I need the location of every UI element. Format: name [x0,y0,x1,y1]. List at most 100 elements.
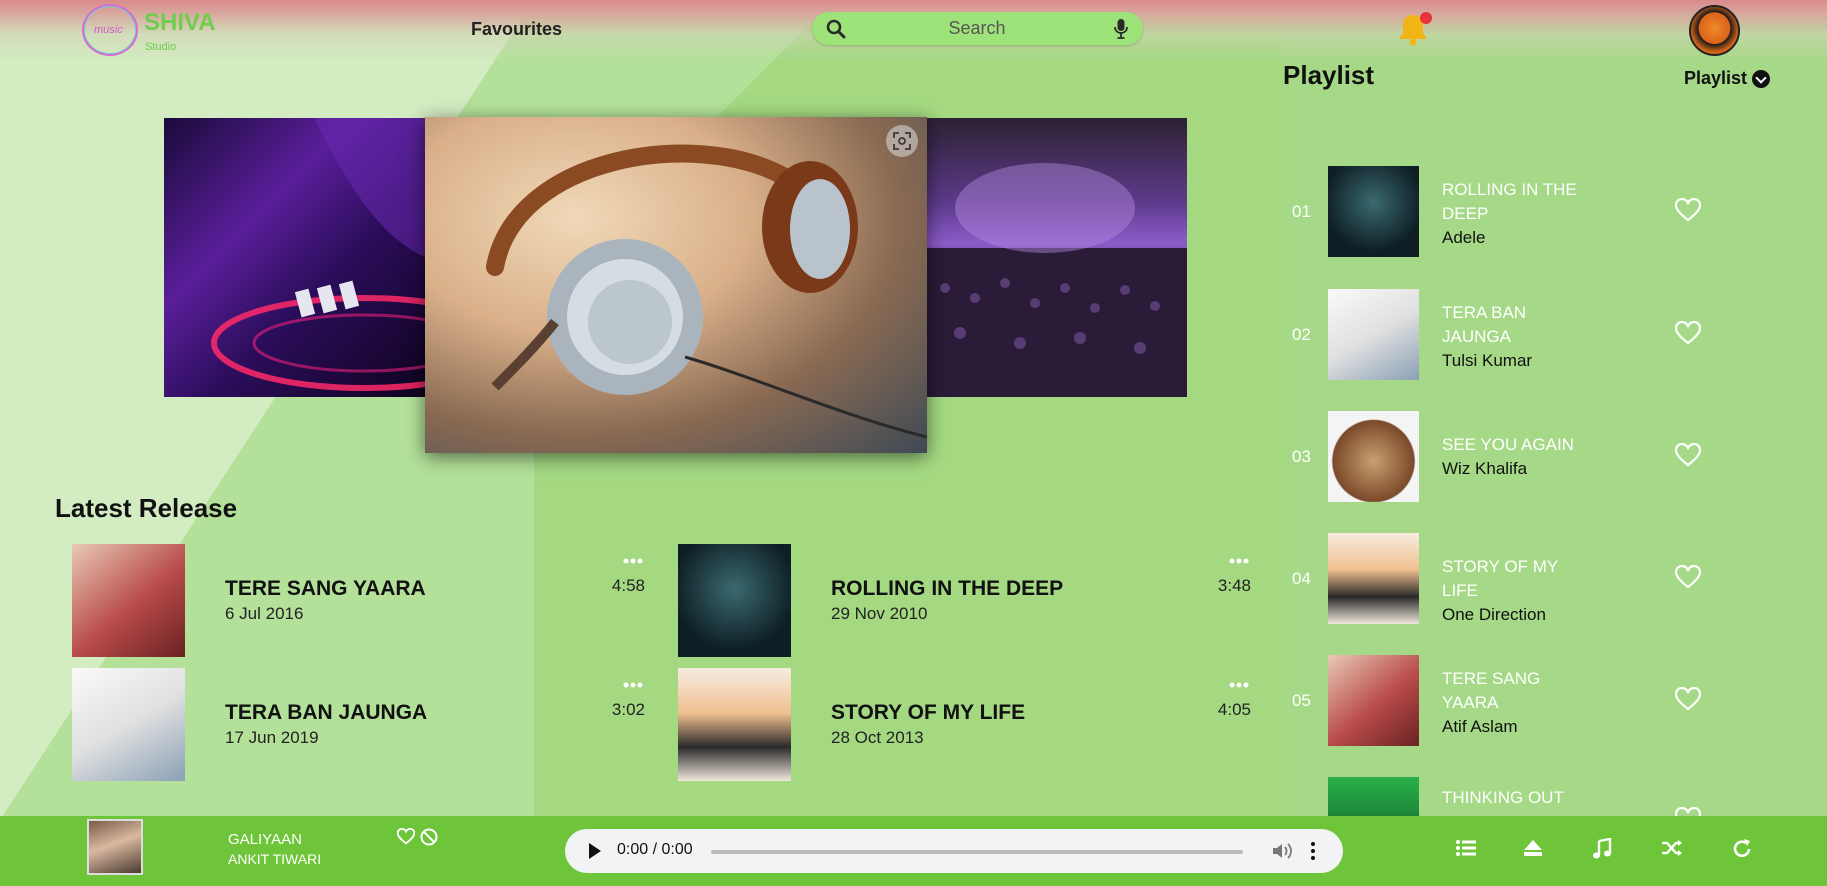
release-card[interactable]: ROLLING IN THE DEEP 29 Nov 2010 3:48 [661,544,1251,660]
track-art [1328,289,1419,380]
release-duration: 3:48 [1217,576,1251,595]
playlist-item[interactable]: 01 ROLLING IN THE DEEP Adele [1283,166,1743,258]
track-artist: Adele [1442,228,1486,247]
track-art [1328,777,1419,816]
release-title: STORY OF MY LIFE [831,701,1026,724]
seek-bar[interactable] [711,850,1243,854]
carousel-slide-left[interactable] [164,118,426,397]
carousel-slide-active[interactable] [425,117,927,453]
release-duration: 4:58 [611,576,645,595]
release-card[interactable]: TERA BAN JAUNGA 17 Jun 2019 3:02 [55,668,645,784]
concert-crowd-image [925,163,1187,397]
more-options-icon[interactable] [1229,682,1249,688]
notification-badge [1420,12,1432,24]
now-playing-artist: ANKIT TIWARI [228,851,322,867]
track-title: ROLLING IN THE DEEP [1442,180,1577,223]
release-art [72,668,185,781]
playlist-item[interactable]: 05 TERE SANG YAARA Atif Aslam [1283,655,1743,747]
track-number: 05 [1292,691,1311,710]
playlist-item[interactable]: 02 TERA BAN JAUNGA Tulsi Kumar [1283,289,1743,381]
track-artist: Tulsi Kumar [1442,351,1533,370]
heart-icon[interactable] [1675,443,1701,467]
playback-time: 0:00 / 0:00 [617,841,693,858]
track-title: TERA BAN JAUNGA [1442,303,1527,346]
search-input[interactable] [852,12,1102,45]
carousel-slide-right[interactable] [925,118,1187,397]
track-artist: Wiz Khalifa [1442,459,1528,478]
nav-favourites[interactable]: Favourites [471,19,562,40]
release-card[interactable]: TERE SANG YAARA 6 Jul 2016 4:58 [55,544,645,660]
track-info: STORY OF MY LIFE One Direction [1442,555,1582,627]
release-title: TERA BAN JAUNGA [225,701,428,724]
playlist-heading: Playlist [1283,60,1375,90]
release-title: TERE SANG YAARA [225,577,426,600]
release-art [678,544,791,657]
microphone-icon[interactable] [1114,18,1128,40]
block-icon[interactable] [420,828,438,846]
latest-release-heading: Latest Release [55,493,238,523]
track-info: SEE YOU AGAIN Wiz Khalifa [1442,433,1582,481]
release-title: ROLLING IN THE DEEP [831,577,1064,600]
user-avatar[interactable] [1689,5,1740,56]
search-bar [812,12,1143,45]
brand-subtitle: Studio [145,41,177,53]
heart-icon[interactable] [1675,565,1701,589]
track-title: SEE YOU AGAIN [1442,435,1574,454]
heart-icon[interactable] [1675,807,1701,816]
release-duration: 4:05 [1217,700,1251,719]
track-number: 03 [1292,447,1311,466]
more-options-icon[interactable] [1229,558,1249,564]
more-vertical-icon[interactable] [1311,841,1315,861]
repeat-icon[interactable] [1731,838,1753,860]
track-number: 02 [1292,325,1311,344]
shuffle-icon[interactable] [1661,838,1683,858]
volume-icon[interactable] [1271,841,1293,861]
track-art [1328,533,1419,624]
release-date: 6 Jul 2016 [225,604,304,623]
visual-search-icon[interactable] [886,125,918,157]
release-duration: 3:02 [611,700,645,719]
heart-icon[interactable] [397,828,415,845]
list-icon[interactable] [1455,838,1477,858]
more-options-icon[interactable] [623,682,643,688]
track-art [1328,411,1419,502]
playlist-item[interactable]: THINKING OUT [1283,777,1743,816]
chevron-down-icon [1752,69,1771,88]
release-date: 28 Oct 2013 [831,728,924,747]
brand-name: SHIVA [144,9,216,36]
audio-player: 0:00 / 0:00 [565,829,1343,873]
track-art [1328,655,1419,746]
release-card[interactable]: STORY OF MY LIFE 28 Oct 2013 4:05 [661,668,1251,784]
music-note-icon[interactable] [1592,838,1612,860]
track-title: THINKING OUT [1442,788,1564,807]
heart-icon[interactable] [1675,198,1701,222]
headphones-image [486,144,927,439]
track-title: TERE SANG YAARA [1442,669,1541,712]
track-number: 01 [1292,202,1311,221]
heart-icon[interactable] [1675,687,1701,711]
heart-icon[interactable] [1675,321,1701,345]
release-art [678,668,791,781]
track-info: ROLLING IN THE DEEP Adele [1442,178,1582,250]
track-number: 04 [1292,569,1311,588]
eject-icon[interactable] [1523,838,1543,858]
track-info: TERA BAN JAUNGA Tulsi Kumar [1442,301,1582,373]
now-playing-title: GALIYAAN [228,831,302,848]
release-art [72,544,185,657]
logo-text: music [94,24,123,36]
track-info: THINKING OUT [1442,786,1582,810]
now-playing-art[interactable] [87,819,143,875]
release-date: 17 Jun 2019 [225,728,319,747]
search-icon[interactable] [826,19,846,39]
playlist-dropdown[interactable]: Playlist [1684,68,1771,89]
track-artist: One Direction [1442,605,1546,624]
track-art [1328,166,1419,257]
track-title: STORY OF MY LIFE [1442,557,1558,600]
playlist-dropdown-label: Playlist [1684,68,1748,88]
track-info: TERE SANG YAARA Atif Aslam [1442,667,1582,739]
playlist-item[interactable]: 03 SEE YOU AGAIN Wiz Khalifa [1283,411,1743,503]
more-options-icon[interactable] [623,558,643,564]
dj-mixer-image [211,118,426,391]
playlist-item[interactable]: 04 STORY OF MY LIFE One Direction [1283,533,1743,625]
play-icon[interactable] [589,843,601,859]
